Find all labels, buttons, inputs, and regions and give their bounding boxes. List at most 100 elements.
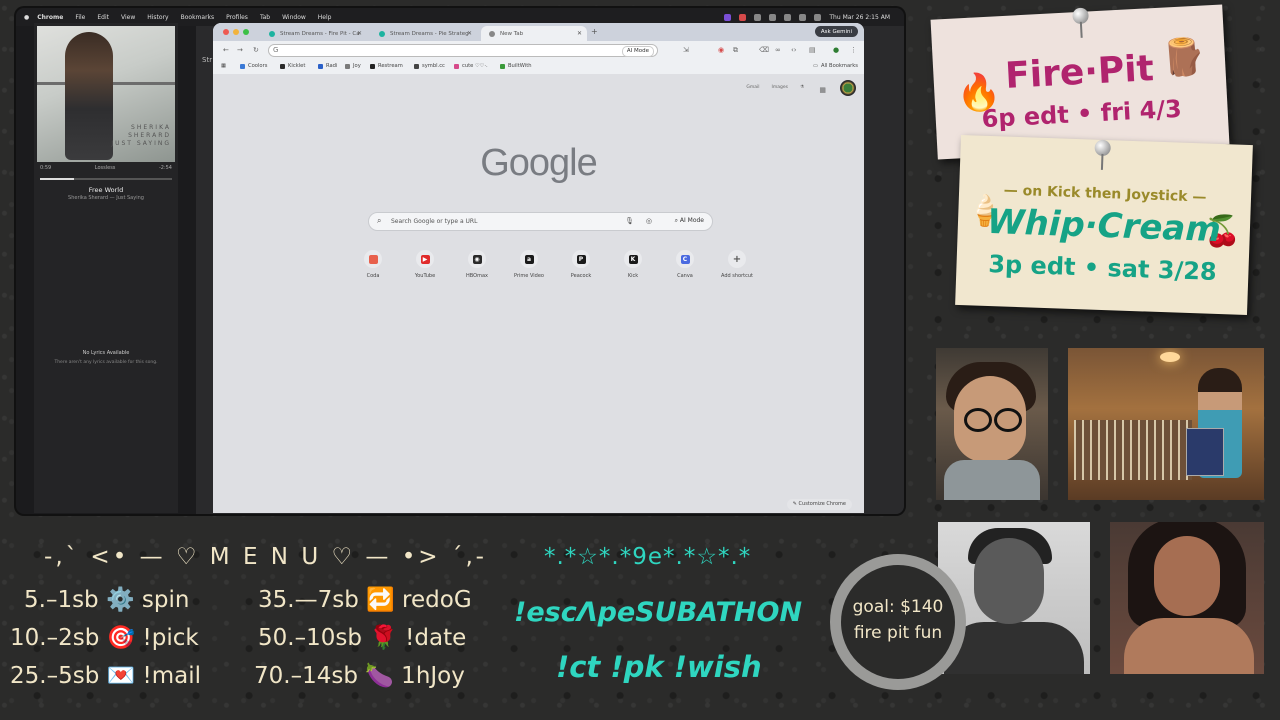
- chrome-menu-icon[interactable]: ⋮: [850, 46, 857, 54]
- close-icon[interactable]: ✕: [357, 30, 362, 37]
- menu-row: 10.–2sb 🎯 !pick: [10, 625, 199, 651]
- minimize-window-button[interactable]: [233, 29, 239, 35]
- shortcut-label: YouTube: [414, 273, 436, 279]
- shortcut-tile[interactable]: Coda: [351, 250, 395, 279]
- menubar-history[interactable]: History: [147, 14, 168, 21]
- bookmark-favicon-icon: [414, 63, 419, 69]
- status-icon[interactable]: [724, 13, 732, 21]
- pushpin-icon: [1072, 7, 1089, 25]
- status-icon[interactable]: [784, 13, 792, 21]
- apps-grid-icon[interactable]: ▦: [221, 63, 226, 69]
- menu-row: 70.–14sb 🍆 1hJoy: [254, 663, 465, 689]
- cast-icon[interactable]: ⇲: [683, 46, 689, 54]
- tab-fire-pit[interactable]: Stream Dreams - Fire Pit - Ca ✕: [261, 26, 367, 41]
- webcam-1: [936, 348, 1048, 500]
- search-icon[interactable]: [814, 13, 822, 21]
- maximize-window-button[interactable]: [243, 29, 249, 35]
- gmail-link[interactable]: Gmail: [746, 85, 759, 90]
- bookmark-builtwith[interactable]: BuiltWith: [500, 63, 532, 69]
- account-avatar[interactable]: [840, 80, 856, 96]
- shortcut-tile[interactable]: K Kick: [611, 250, 655, 279]
- bookmark-favicon-icon: [280, 63, 285, 69]
- images-link[interactable]: Images: [772, 85, 788, 90]
- status-icon[interactable]: [754, 13, 762, 21]
- menu-row: 25.–5sb 💌 !mail: [10, 663, 202, 689]
- close-icon[interactable]: ✕: [577, 30, 582, 37]
- menubar-window[interactable]: Window: [282, 14, 306, 21]
- all-bookmarks[interactable]: ▭ All Bookmarks: [813, 63, 858, 69]
- tab-new-tab[interactable]: New Tab ✕: [481, 26, 587, 41]
- search-placeholder: Search Google or type a URL: [391, 218, 478, 225]
- wifi-icon[interactable]: [799, 13, 807, 21]
- close-window-button[interactable]: [223, 29, 229, 35]
- shortcut-tile[interactable]: P Peacock: [559, 250, 603, 279]
- extension-icon[interactable]: ◉: [718, 46, 724, 54]
- labs-icon[interactable]: ⚗: [800, 85, 804, 90]
- microphone-icon[interactable]: 🎙: [625, 217, 634, 225]
- shortcut-tile[interactable]: ◉ HBOmax: [455, 250, 499, 279]
- tab-strip: Stream Dreams - Fire Pit - Ca ✕ Stream D…: [213, 23, 864, 41]
- status-icon[interactable]: [769, 13, 777, 21]
- shortcut-tile[interactable]: C Canva: [663, 250, 707, 279]
- menubar-edit[interactable]: Edit: [97, 14, 109, 21]
- omnibox-ai-mode-button[interactable]: AI Mode: [621, 46, 654, 57]
- menubar-file[interactable]: File: [75, 14, 85, 21]
- no-lyrics-title: No Lyrics Available: [82, 350, 130, 356]
- shortcut-label: Canva: [677, 273, 693, 279]
- tab-favicon-icon: [379, 30, 385, 37]
- shortcut-tile[interactable]: + Add shortcut: [715, 250, 759, 279]
- menubar-app-name[interactable]: Chrome: [37, 14, 63, 21]
- shortcut-label: Kick: [627, 273, 639, 279]
- menubar-help[interactable]: Help: [318, 14, 332, 21]
- link-icon[interactable]: ∞: [775, 46, 781, 54]
- google-apps-icon[interactable]: ▦: [819, 86, 826, 94]
- menubar-bookmarks[interactable]: Bookmarks: [181, 14, 215, 21]
- close-icon[interactable]: ✕: [467, 30, 472, 37]
- pushpin-icon: [1094, 139, 1111, 157]
- whip-cream-note: — on Kick then Joystick — 🍦 🍒 Whip·Cream…: [955, 134, 1253, 316]
- bookmark-coolors[interactable]: Coolors: [240, 63, 267, 69]
- tab-pie-strategy[interactable]: Stream Dreams - Pie Strateg ✕: [371, 26, 477, 41]
- extension-icon[interactable]: ⌫: [759, 46, 769, 54]
- menubar-clock[interactable]: Thu Mar 26 2:15 AM: [829, 14, 890, 21]
- folder-icon: ▭: [813, 63, 818, 69]
- customize-chrome-button[interactable]: ✎ Customize Chrome: [786, 499, 852, 510]
- bookmark-cute[interactable]: cute ♡♡·.: [454, 63, 488, 69]
- bookmark-radi[interactable]: Radi: [318, 63, 337, 69]
- code-icon[interactable]: ‹›: [791, 46, 797, 54]
- ask-gemini-button[interactable]: Ask Gemini: [814, 26, 858, 37]
- apple-icon[interactable]: ●: [24, 14, 29, 21]
- elapsed-time: 0:59: [40, 165, 52, 171]
- menubar-tab[interactable]: Tab: [260, 14, 270, 21]
- no-lyrics-message: There aren't any lyrics available for th…: [54, 360, 158, 365]
- bookmark-favicon-icon: [454, 63, 459, 69]
- bookmark-favicon-icon: [370, 63, 375, 69]
- menubar-view[interactable]: View: [121, 14, 135, 21]
- bookmark-joy[interactable]: Joy: [345, 63, 361, 69]
- shortcut-tile[interactable]: a Prime Video: [507, 250, 551, 279]
- forward-icon[interactable]: →: [237, 46, 243, 54]
- subathon-commands: !ct !pk !wish: [556, 650, 762, 684]
- bookmark-favicon-icon: [500, 63, 505, 69]
- top-links: Gmail Images ⚗: [746, 85, 804, 90]
- extension-icon[interactable]: ⧉: [733, 46, 738, 55]
- desktop-screen: ● Chrome File Edit View History Bookmark…: [16, 8, 904, 514]
- bookmark-restream[interactable]: Restream: [370, 63, 403, 69]
- lens-icon[interactable]: ◎: [646, 217, 652, 225]
- remaining-time: -2:54: [158, 165, 172, 171]
- bookmark-kicklet[interactable]: Kicklet: [280, 63, 305, 69]
- menubar-profiles[interactable]: Profiles: [226, 14, 248, 21]
- new-tab-plus-icon[interactable]: +: [591, 27, 598, 36]
- status-icon[interactable]: [739, 13, 747, 21]
- profile-icon[interactable]: ●: [833, 46, 839, 54]
- search-ai-mode-button[interactable]: ⌕ AI Mode: [675, 217, 704, 225]
- omnibox[interactable]: G AI Mode: [268, 44, 658, 57]
- shortcut-label: Coda: [366, 273, 380, 279]
- playback-progress-bar[interactable]: [40, 178, 172, 180]
- bookmark-symbl[interactable]: symbl.cc: [414, 63, 445, 69]
- side-panel-icon[interactable]: ▤: [809, 46, 816, 54]
- shortcut-tile[interactable]: ▶ YouTube: [403, 250, 447, 279]
- google-search-box[interactable]: ⌕ Search Google or type a URL 🎙 ◎ ⌕ AI M…: [368, 212, 713, 231]
- back-icon[interactable]: ←: [223, 46, 229, 54]
- reload-icon[interactable]: ↻: [253, 46, 259, 54]
